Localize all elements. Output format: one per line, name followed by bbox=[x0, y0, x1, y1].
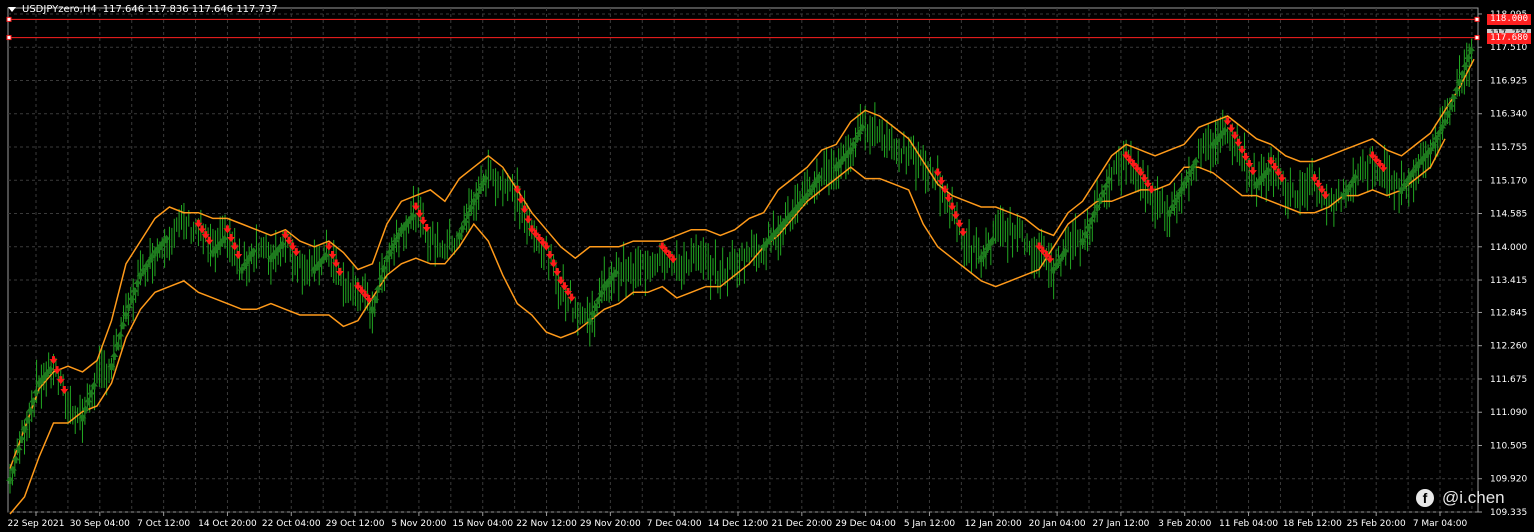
y-tick-label: 112.845 bbox=[1490, 308, 1527, 318]
x-tick-label: 18 Feb 12:00 bbox=[1283, 519, 1342, 529]
symbol-header[interactable]: USDJPYzero,H4 117.646 117.836 117.646 11… bbox=[8, 4, 278, 15]
x-tick-label: 12 Jan 20:00 bbox=[965, 519, 1022, 529]
x-tick-label: 22 Oct 04:00 bbox=[262, 519, 321, 529]
x-tick-label: 7 Dec 04:00 bbox=[647, 519, 702, 529]
facebook-icon: f bbox=[1416, 489, 1434, 507]
x-tick-label: 29 Oct 12:00 bbox=[326, 519, 385, 529]
x-tick-label: 30 Sep 04:00 bbox=[70, 519, 130, 529]
x-tick-label: 22 Sep 2021 bbox=[7, 519, 64, 529]
y-tick-label: 116.340 bbox=[1490, 110, 1527, 120]
x-tick-label: 29 Dec 04:00 bbox=[835, 519, 896, 529]
x-tick-label: 21 Dec 20:00 bbox=[772, 519, 833, 529]
y-tick-label: 109.920 bbox=[1490, 475, 1527, 485]
price-chart[interactable]: 118.095117.510116.925116.340115.755115.1… bbox=[0, 0, 1534, 532]
x-tick-label: 22 Nov 12:00 bbox=[516, 519, 577, 529]
x-tick-label: 14 Oct 20:00 bbox=[198, 519, 257, 529]
y-tick-label: 116.925 bbox=[1490, 76, 1527, 86]
y-tick-label: 113.415 bbox=[1490, 276, 1527, 286]
x-tick-label: 15 Nov 04:00 bbox=[452, 519, 513, 529]
level-tag-117680: 117.680 bbox=[1487, 32, 1531, 44]
x-tick-label: 27 Jan 12:00 bbox=[1092, 519, 1149, 529]
watermark-text: @i.chen bbox=[1442, 488, 1505, 507]
level-tag-118000: 118.000 bbox=[1487, 14, 1531, 26]
y-tick-label: 115.755 bbox=[1490, 143, 1527, 153]
x-tick-label: 11 Feb 04:00 bbox=[1219, 519, 1278, 529]
y-tick-label: 114.000 bbox=[1490, 243, 1527, 253]
watermark: f @i.chen bbox=[1416, 488, 1505, 508]
y-tick-label: 111.675 bbox=[1490, 375, 1527, 385]
y-tick-label: 115.170 bbox=[1490, 176, 1527, 186]
y-tick-label: 109.335 bbox=[1490, 508, 1527, 518]
y-tick-label: 110.505 bbox=[1490, 441, 1527, 451]
y-tick-label: 117.510 bbox=[1490, 43, 1527, 53]
x-tick-label: 20 Jan 04:00 bbox=[1029, 519, 1086, 529]
x-tick-label: 7 Oct 12:00 bbox=[137, 519, 190, 529]
x-tick-label: 5 Nov 20:00 bbox=[391, 519, 446, 529]
x-tick-label: 3 Feb 20:00 bbox=[1158, 519, 1212, 529]
y-tick-label: 112.260 bbox=[1490, 342, 1527, 352]
ohlc-values: 117.646 117.836 117.646 117.737 bbox=[102, 4, 278, 15]
collapse-triangle-icon[interactable] bbox=[8, 7, 16, 12]
level-handle bbox=[6, 16, 12, 22]
y-tick-label: 111.090 bbox=[1490, 408, 1527, 418]
x-tick-label: 5 Jan 12:00 bbox=[904, 519, 956, 529]
x-tick-label: 29 Nov 20:00 bbox=[580, 519, 641, 529]
symbol-name: USDJPYzero,H4 bbox=[22, 4, 97, 15]
plot-area bbox=[7, 7, 1479, 513]
level-handle bbox=[6, 35, 12, 41]
x-tick-label: 14 Dec 12:00 bbox=[708, 519, 769, 529]
level-handle bbox=[1474, 35, 1480, 41]
x-tick-label: 25 Feb 20:00 bbox=[1347, 519, 1406, 529]
level-handle bbox=[1474, 16, 1480, 22]
x-tick-label: 7 Mar 04:00 bbox=[1413, 519, 1468, 529]
y-tick-label: 114.585 bbox=[1490, 210, 1527, 220]
